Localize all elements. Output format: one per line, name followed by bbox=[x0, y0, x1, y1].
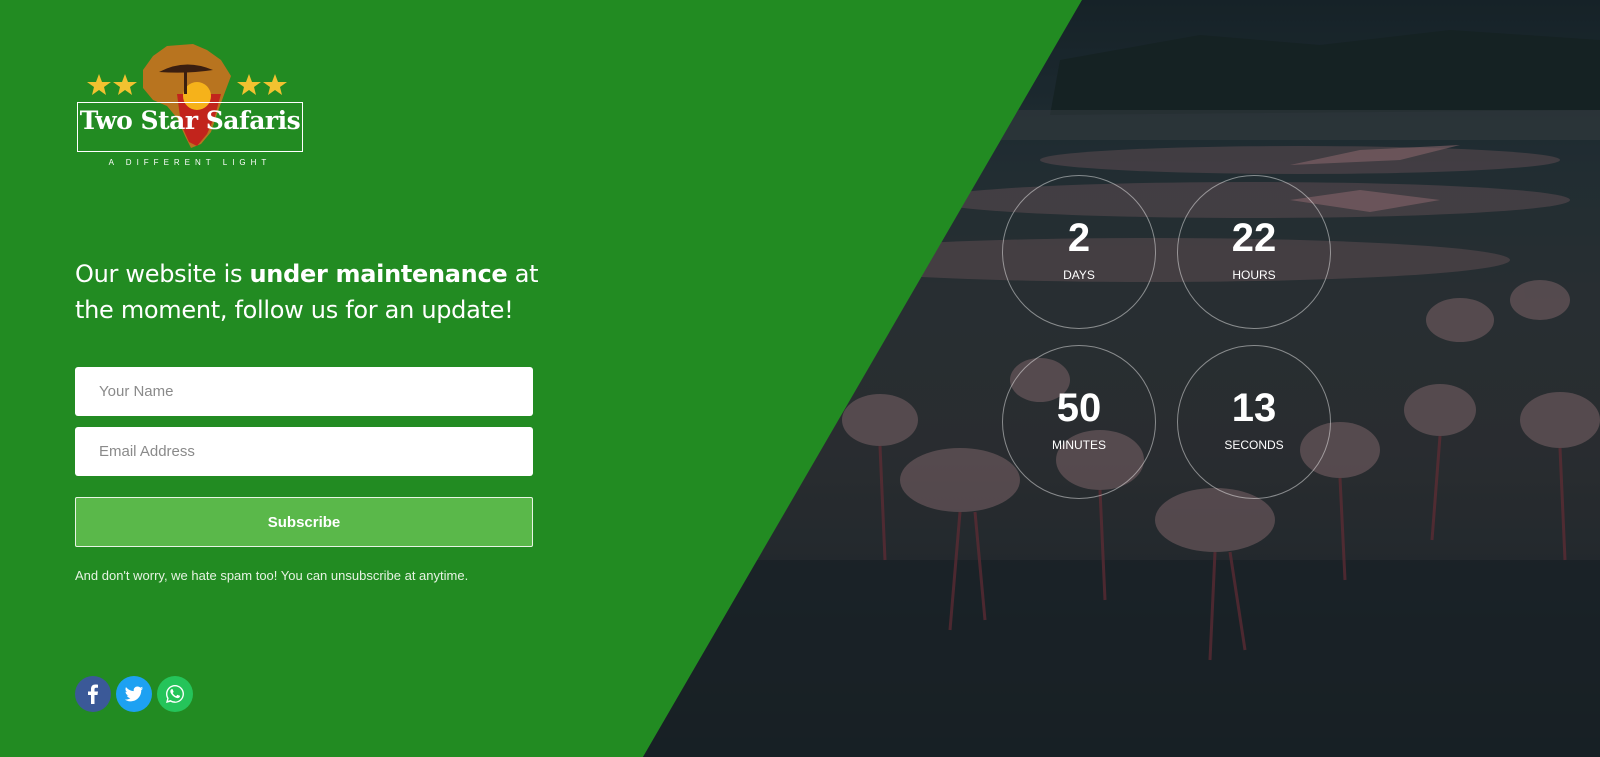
minutes-value: 50 bbox=[1056, 386, 1102, 430]
headline-emphasis: under maintenance bbox=[249, 260, 508, 288]
whatsapp-link[interactable] bbox=[157, 676, 193, 712]
countdown-hours: 22 HOURS bbox=[1177, 175, 1331, 329]
countdown-days: 2 DAYS bbox=[1002, 175, 1156, 329]
seconds-label: SECONDS bbox=[1224, 438, 1284, 452]
minutes-label: MINUTES bbox=[1052, 438, 1106, 452]
facebook-icon bbox=[88, 684, 98, 704]
countdown-seconds: 13 SECONDS bbox=[1177, 345, 1331, 499]
maintenance-page: Two Star Safaris A DIFFERENT LIGHT Our w… bbox=[0, 0, 1600, 757]
logo-name: Two Star Safaris bbox=[79, 106, 301, 135]
email-input[interactable] bbox=[75, 427, 533, 476]
twitter-link[interactable] bbox=[116, 676, 152, 712]
spam-note: And don't worry, we hate spam too! You c… bbox=[75, 568, 469, 583]
social-links bbox=[75, 676, 193, 712]
maintenance-headline: Our website is under maintenance at the … bbox=[75, 256, 545, 328]
whatsapp-icon bbox=[166, 685, 184, 703]
logo-tagline: A DIFFERENT LIGHT bbox=[108, 158, 272, 167]
headline-text-start: Our website is bbox=[75, 260, 250, 288]
days-value: 2 bbox=[1067, 216, 1091, 260]
hours-label: HOURS bbox=[1232, 268, 1276, 282]
facebook-link[interactable] bbox=[75, 676, 111, 712]
hours-value: 22 bbox=[1231, 216, 1277, 260]
subscribe-button[interactable]: Subscribe bbox=[75, 497, 533, 547]
countdown-minutes: 50 MINUTES bbox=[1002, 345, 1156, 499]
name-input[interactable] bbox=[75, 367, 533, 416]
two-star-safaris-logo[interactable]: Two Star Safaris A DIFFERENT LIGHT bbox=[75, 44, 305, 184]
seconds-value: 13 bbox=[1231, 386, 1277, 430]
days-label: DAYS bbox=[1063, 268, 1095, 282]
twitter-icon bbox=[124, 686, 144, 702]
